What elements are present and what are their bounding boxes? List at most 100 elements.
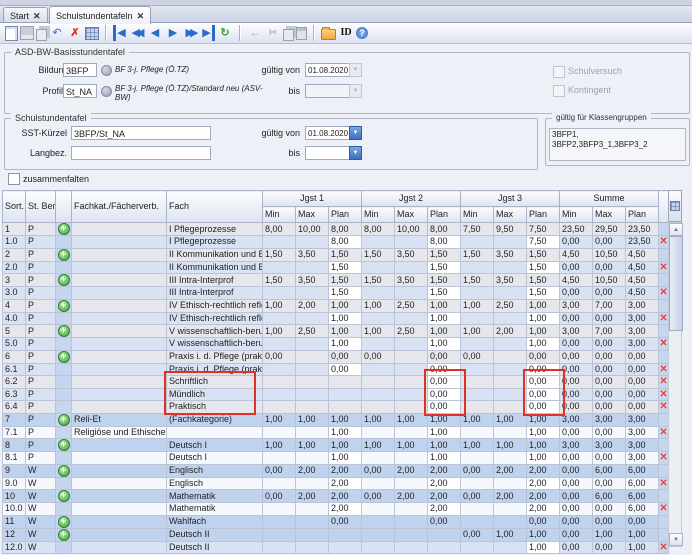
add-sub-row-button[interactable]: +	[58, 490, 70, 502]
add-sub-row-button[interactable]: +	[58, 325, 70, 337]
sst-gueltig-von-dropdown-icon[interactable]: ▼	[349, 126, 362, 140]
add-sub-row-button[interactable]: +	[58, 300, 70, 312]
add-sub-row-button[interactable]: +	[58, 223, 70, 235]
subcolumn-header-max[interactable]: Max	[593, 207, 626, 223]
cell-value[interactable]: 1,50	[527, 261, 560, 274]
bildungsgang-lookup-button[interactable]	[101, 65, 112, 76]
column-header-Fach[interactable]: Fach	[167, 191, 263, 223]
cell-value[interactable]: 2,00	[329, 477, 362, 490]
table-edit-icon[interactable]	[85, 27, 99, 40]
column-header-Fachkat./Fächerverb.[interactable]: Fachkat./Fächerverb.	[72, 191, 167, 223]
table-row[interactable]: 6.2PSchriftlich0,000,000,000,000,00✕	[3, 376, 669, 389]
cell-value[interactable]: 7,50	[527, 236, 560, 249]
table-row[interactable]: 3.0PIII Intra-Interprof1,501,501,500,000…	[3, 287, 669, 300]
table-row[interactable]: 11W+Wahlfach0,000,000,000,000,000,00	[3, 515, 669, 528]
add-sub-row-button[interactable]: +	[58, 439, 70, 451]
cell-value[interactable]: 2,00	[527, 477, 560, 490]
table-row[interactable]: 8P+Deutsch I1,001,001,001,001,001,001,00…	[3, 439, 669, 452]
column-header-St. Bereich[interactable]: St. Bereich	[26, 191, 56, 223]
cell-value[interactable]: 1,50	[329, 261, 362, 274]
folder-icon[interactable]	[321, 29, 336, 40]
subcolumn-header-min[interactable]: Min	[362, 207, 395, 223]
back-arrow-icon[interactable]: ←	[247, 25, 263, 41]
subcolumn-header-max[interactable]: Max	[296, 207, 329, 223]
new-record-icon[interactable]	[5, 26, 18, 41]
column-header-Sort.[interactable]: Sort.	[3, 191, 26, 223]
add-sub-row-button[interactable]: +	[58, 516, 70, 528]
zusammenfalten-checkbox[interactable]	[8, 173, 20, 185]
cell-value[interactable]: 0,00	[428, 388, 461, 401]
table-row[interactable]: 6.4PPraktisch0,000,000,000,000,00✕	[3, 401, 669, 414]
basis-bis-input[interactable]	[305, 84, 350, 98]
subcolumn-header-max[interactable]: Max	[395, 207, 428, 223]
cell-value[interactable]: 1,50	[428, 261, 461, 274]
add-sub-row-button[interactable]: +	[58, 274, 70, 286]
table-row[interactable]: 12W+Deutsch II0,001,001,000,001,001,00	[3, 528, 669, 541]
langbez-input[interactable]	[71, 146, 211, 160]
subcolumn-header-plan[interactable]: Plan	[428, 207, 461, 223]
cell-value[interactable]: 1,00	[527, 541, 560, 554]
add-sub-row-button[interactable]: +	[58, 414, 70, 426]
cell-value[interactable]: 0,00	[428, 401, 461, 414]
kontingent-checkbox[interactable]	[553, 85, 565, 97]
cell-value[interactable]: 0,00	[527, 363, 560, 376]
cell-value[interactable]: 1,00	[428, 338, 461, 351]
cell-value[interactable]: 2,00	[329, 503, 362, 516]
scroll-up-icon[interactable]: ▲	[669, 223, 683, 236]
cell-value[interactable]: 1,50	[428, 287, 461, 300]
help-icon[interactable]: ?	[356, 27, 368, 39]
nav-next-icon[interactable]: ▶	[165, 25, 181, 41]
table-row[interactable]: 12.0WDeutsch II1,000,000,001,00✕	[3, 541, 669, 554]
cell-value[interactable]: 2,00	[527, 503, 560, 516]
cut-icon[interactable]: ✂	[265, 25, 281, 41]
table-row[interactable]: 10W+Mathematik0,002,002,000,002,002,000,…	[3, 490, 669, 503]
cell-value[interactable]: 1,00	[428, 312, 461, 325]
delete-row-button[interactable]: ✕	[659, 503, 667, 514]
cell-value[interactable]: 8,00	[329, 236, 362, 249]
basis-gueltig-von-input[interactable]: 01.08.2020	[305, 63, 350, 77]
delete-row-button[interactable]: ✕	[659, 542, 667, 553]
save-icon[interactable]	[20, 26, 34, 40]
delete-row-button[interactable]: ✕	[659, 313, 667, 324]
cell-value[interactable]: 1,00	[527, 426, 560, 439]
cell-value[interactable]: 1,00	[527, 312, 560, 325]
table-row[interactable]: 9.0WEnglisch2,002,002,000,000,006,00✕	[3, 477, 669, 490]
subcolumn-header-min[interactable]: Min	[560, 207, 593, 223]
cell-value[interactable]: 1,00	[329, 452, 362, 465]
group-header-jgst-1[interactable]: Jgst 1	[263, 191, 362, 207]
table-row[interactable]: 2P+II Kommunikation und Ber...1,503,501,…	[3, 248, 669, 261]
paste-icon[interactable]	[296, 27, 307, 40]
table-row[interactable]: 10.0WMathematik2,002,002,000,000,006,00✕	[3, 503, 669, 516]
cell-value[interactable]: 1,50	[329, 287, 362, 300]
id-icon[interactable]: ID	[338, 25, 354, 41]
scroll-down-icon[interactable]: ▼	[669, 533, 683, 546]
subcolumn-header-min[interactable]: Min	[461, 207, 494, 223]
delete-row-button[interactable]: ✕	[659, 389, 667, 400]
delete-row-button[interactable]: ✕	[659, 287, 667, 298]
cell-value[interactable]: 1,00	[329, 338, 362, 351]
copy-icon[interactable]	[283, 29, 294, 41]
tab-schulstundentafeln[interactable]: Schulstundentafeln ✕	[49, 6, 151, 24]
cell-value[interactable]: 0,00	[428, 376, 461, 389]
nav-last-icon[interactable]: ▶	[201, 25, 215, 41]
table-row[interactable]: 5.0PV wissenschaftlich-berufs...1,001,00…	[3, 338, 669, 351]
cell-value[interactable]: 1,50	[527, 287, 560, 300]
basis-gueltig-von-dropdown-icon[interactable]: ▼	[349, 63, 362, 77]
table-row[interactable]: 1P+I Pflegeprozesse8,0010,008,008,0010,0…	[3, 223, 669, 236]
cell-value[interactable]: 1,00	[329, 426, 362, 439]
column-header-icon[interactable]	[56, 191, 72, 223]
nav-prev-page-icon[interactable]: ◀◀	[129, 25, 145, 41]
subcolumn-header-plan[interactable]: Plan	[626, 207, 659, 223]
table-row[interactable]: 2.0PII Kommunikation und Ber...1,501,501…	[3, 261, 669, 274]
cell-value[interactable]: 0,00	[329, 363, 362, 376]
group-header-jgst-3[interactable]: Jgst 3	[461, 191, 560, 207]
schulversuch-checkbox[interactable]	[553, 66, 565, 78]
delete-row-button[interactable]: ✕	[659, 338, 667, 349]
subcolumn-header-plan[interactable]: Plan	[329, 207, 362, 223]
subcolumn-header-min[interactable]: Min	[263, 207, 296, 223]
bildungsgang-input[interactable]: 3BFP	[63, 63, 97, 77]
nav-next-page-icon[interactable]: ▶▶	[183, 25, 199, 41]
table-row[interactable]: 5P+V wissenschaftlich-berufs...1,002,501…	[3, 325, 669, 338]
table-row[interactable]: 6.1PPraxis i. d. Pflege (prakt. ...0,000…	[3, 363, 669, 376]
delete-row-button[interactable]: ✕	[659, 262, 667, 273]
